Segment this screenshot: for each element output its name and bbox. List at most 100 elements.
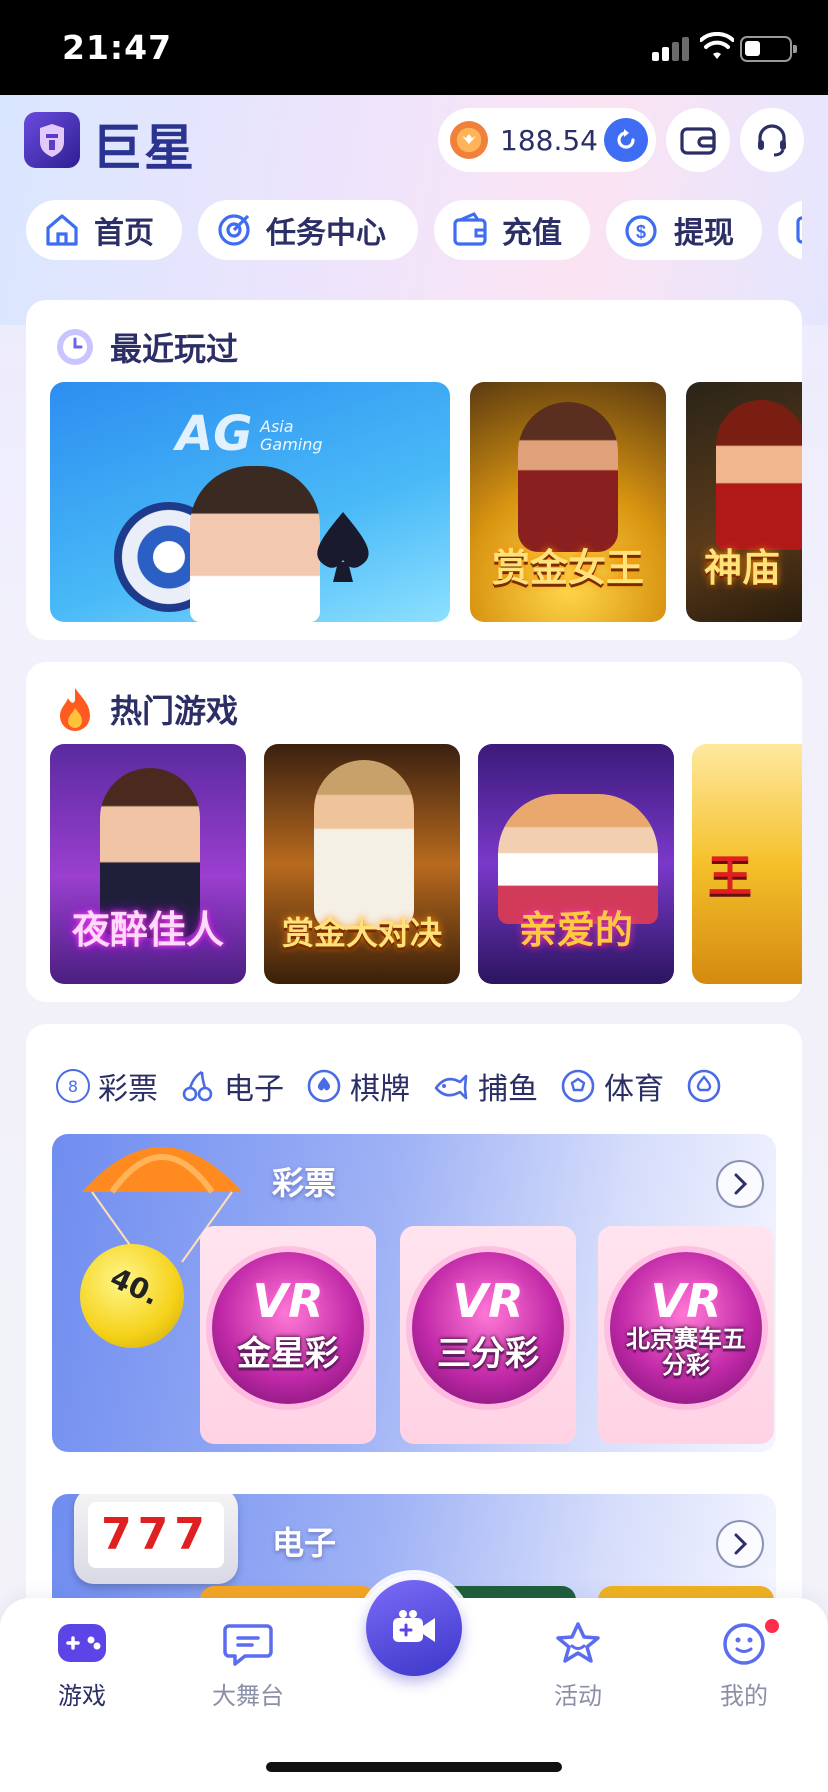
clock-icon bbox=[57, 329, 93, 365]
game-thumb-darling[interactable]: 亲爱的 bbox=[478, 744, 674, 984]
bottom-nav-label: 大舞台 bbox=[212, 1682, 284, 1710]
refresh-balance-button[interactable] bbox=[604, 118, 648, 162]
section-title: 热门游戏 bbox=[110, 686, 257, 732]
fish-icon bbox=[434, 1074, 468, 1100]
status-bar: 21:47 bbox=[0, 0, 828, 95]
target-icon bbox=[218, 214, 250, 246]
game-thumb-ag-asia-gaming[interactable]: AG Asia Gaming bbox=[50, 382, 450, 622]
cat-tab-more[interactable] bbox=[686, 1064, 722, 1108]
vr-logo: VR bbox=[650, 1274, 722, 1328]
nav-tab-deposit[interactable]: 充值 bbox=[434, 200, 590, 260]
chat-bubble-icon bbox=[223, 1624, 273, 1666]
balance-value: 188.54 bbox=[500, 123, 598, 157]
wallet-icon bbox=[680, 127, 716, 155]
soccer-ball-icon bbox=[561, 1069, 595, 1103]
spade-icon bbox=[307, 1069, 341, 1103]
live-video-button-inner bbox=[366, 1580, 462, 1676]
more-icon bbox=[796, 216, 802, 244]
slot-machine-image: 777 bbox=[74, 1494, 238, 1584]
brand-name: 巨星 bbox=[92, 119, 196, 177]
game-thumb-king[interactable]: 王 bbox=[692, 744, 802, 984]
lottery-more-button[interactable] bbox=[716, 1160, 764, 1208]
cat-tab-fishing[interactable]: 捕鱼 bbox=[432, 1064, 538, 1108]
slot-digits: 777 bbox=[88, 1502, 224, 1568]
bottom-nav-games[interactable]: 游戏 bbox=[22, 1620, 142, 1711]
home-indicator bbox=[266, 1762, 562, 1772]
wallet-button[interactable] bbox=[666, 108, 730, 172]
bottom-nav-events[interactable]: 活动 bbox=[518, 1620, 638, 1711]
notification-badge bbox=[762, 1616, 782, 1636]
cherry-icon bbox=[182, 1070, 213, 1102]
game-thumb-wild-bounty-showdown[interactable]: 赏金大对决 bbox=[264, 744, 460, 984]
brand-logo-icon bbox=[24, 112, 80, 168]
ball-number: 40. bbox=[105, 1261, 165, 1312]
lottery-banner[interactable]: 40. 彩票 VR 金星彩 VR 三分彩 VR 北京赛车五分彩 bbox=[52, 1134, 776, 1452]
electronic-more-button[interactable] bbox=[716, 1520, 764, 1568]
chevron-right-icon bbox=[734, 1173, 748, 1195]
recent-games-card: 最近玩过 AG Asia Gaming 赏金女王 神庙 bbox=[26, 300, 802, 640]
cat-tab-label: 体育 bbox=[604, 1072, 664, 1107]
game-title: 赏金大对决 bbox=[281, 914, 442, 952]
lottery-ball-image: 40. bbox=[80, 1244, 184, 1348]
bottom-nav-profile[interactable]: 我的 bbox=[684, 1616, 804, 1711]
headset-icon bbox=[758, 124, 786, 157]
live-video-button[interactable] bbox=[360, 1574, 468, 1682]
character-image bbox=[716, 400, 802, 550]
home-icon bbox=[46, 214, 78, 246]
cat-tab-electronic[interactable]: 电子 bbox=[180, 1064, 284, 1108]
cat-tab-lottery[interactable]: 8 彩票 bbox=[56, 1064, 158, 1108]
ag-logo: AG bbox=[176, 406, 253, 462]
signal-icon bbox=[652, 37, 692, 61]
nav-tab-label: 任务中心 bbox=[266, 216, 386, 251]
battery-icon bbox=[740, 36, 797, 62]
vr-logo: VR bbox=[252, 1274, 324, 1328]
lottery-game-card[interactable]: VR 三分彩 bbox=[400, 1226, 576, 1444]
bottom-nav-stage[interactable]: 大舞台 bbox=[188, 1620, 308, 1711]
spade-card-icon bbox=[317, 512, 369, 582]
video-camera-icon bbox=[393, 1610, 435, 1642]
game-thumb-night-beauty[interactable]: 夜醉佳人 bbox=[50, 744, 246, 984]
coin-icon bbox=[450, 121, 488, 159]
cowgirl-image bbox=[314, 760, 414, 930]
bottom-nav-label: 活动 bbox=[554, 1682, 602, 1710]
nav-tab-more[interactable] bbox=[778, 200, 802, 260]
nav-tab-label: 提现 bbox=[674, 216, 734, 251]
refresh-icon bbox=[617, 129, 635, 149]
section-title: 最近玩过 bbox=[110, 324, 257, 370]
svg-text:$: $ bbox=[636, 222, 646, 242]
game-title: 赏金女王 bbox=[491, 546, 644, 590]
vr-logo: VR bbox=[452, 1274, 524, 1328]
banner-title: 电子 bbox=[272, 1524, 337, 1562]
chevron-right-icon bbox=[734, 1533, 748, 1555]
cat-tab-board[interactable]: 棋牌 bbox=[306, 1064, 410, 1108]
recent-section-header: 最近玩过 bbox=[54, 322, 257, 372]
lottery-game-card[interactable]: VR 金星彩 bbox=[200, 1226, 376, 1444]
balance-pill[interactable]: 188.54 bbox=[438, 108, 656, 172]
category-card: 8 彩票 电子 棋牌 捕鱼 体育 40. 彩票 VR 金星彩 VR 三分彩 VR… bbox=[26, 1024, 802, 1644]
wallet-icon bbox=[453, 212, 487, 246]
nav-tab-label: 充值 bbox=[502, 216, 562, 251]
nav-tab-home[interactable]: 首页 bbox=[26, 200, 182, 260]
cat-tab-label: 电子 bbox=[224, 1072, 284, 1107]
banner-title: 彩票 bbox=[272, 1164, 337, 1202]
star-icon bbox=[556, 1622, 600, 1663]
nav-tab-withdraw[interactable]: $ 提现 bbox=[606, 200, 762, 260]
more-category-icon bbox=[687, 1069, 721, 1103]
ag-logo-sub: Asia Gaming bbox=[260, 417, 323, 454]
game-thumb-queen-of-bounty[interactable]: 赏金女王 bbox=[470, 382, 666, 622]
cat-tab-sports[interactable]: 体育 bbox=[560, 1064, 664, 1108]
hot-section-header: 热门游戏 bbox=[54, 684, 257, 734]
lottery-game-card[interactable]: VR 北京赛车五分彩 bbox=[598, 1226, 774, 1444]
cat-tab-label: 棋牌 bbox=[350, 1072, 410, 1107]
status-time: 21:47 bbox=[62, 28, 173, 67]
customer-service-button[interactable] bbox=[740, 108, 804, 172]
game-thumb-temple[interactable]: 神庙 bbox=[686, 382, 802, 622]
game-title: 夜醉佳人 bbox=[71, 908, 224, 952]
cat-tab-label: 捕鱼 bbox=[478, 1072, 538, 1107]
lottery-game-name: 金星彩 bbox=[237, 1334, 339, 1374]
quick-nav-tabs: 首页 任务中心 充值 $ 提现 bbox=[26, 200, 802, 260]
cat-tab-label: 彩票 bbox=[98, 1072, 158, 1107]
game-title: 王 bbox=[708, 851, 752, 902]
nav-tab-tasks[interactable]: 任务中心 bbox=[198, 200, 418, 260]
lottery-game-name: 三分彩 bbox=[437, 1334, 539, 1374]
